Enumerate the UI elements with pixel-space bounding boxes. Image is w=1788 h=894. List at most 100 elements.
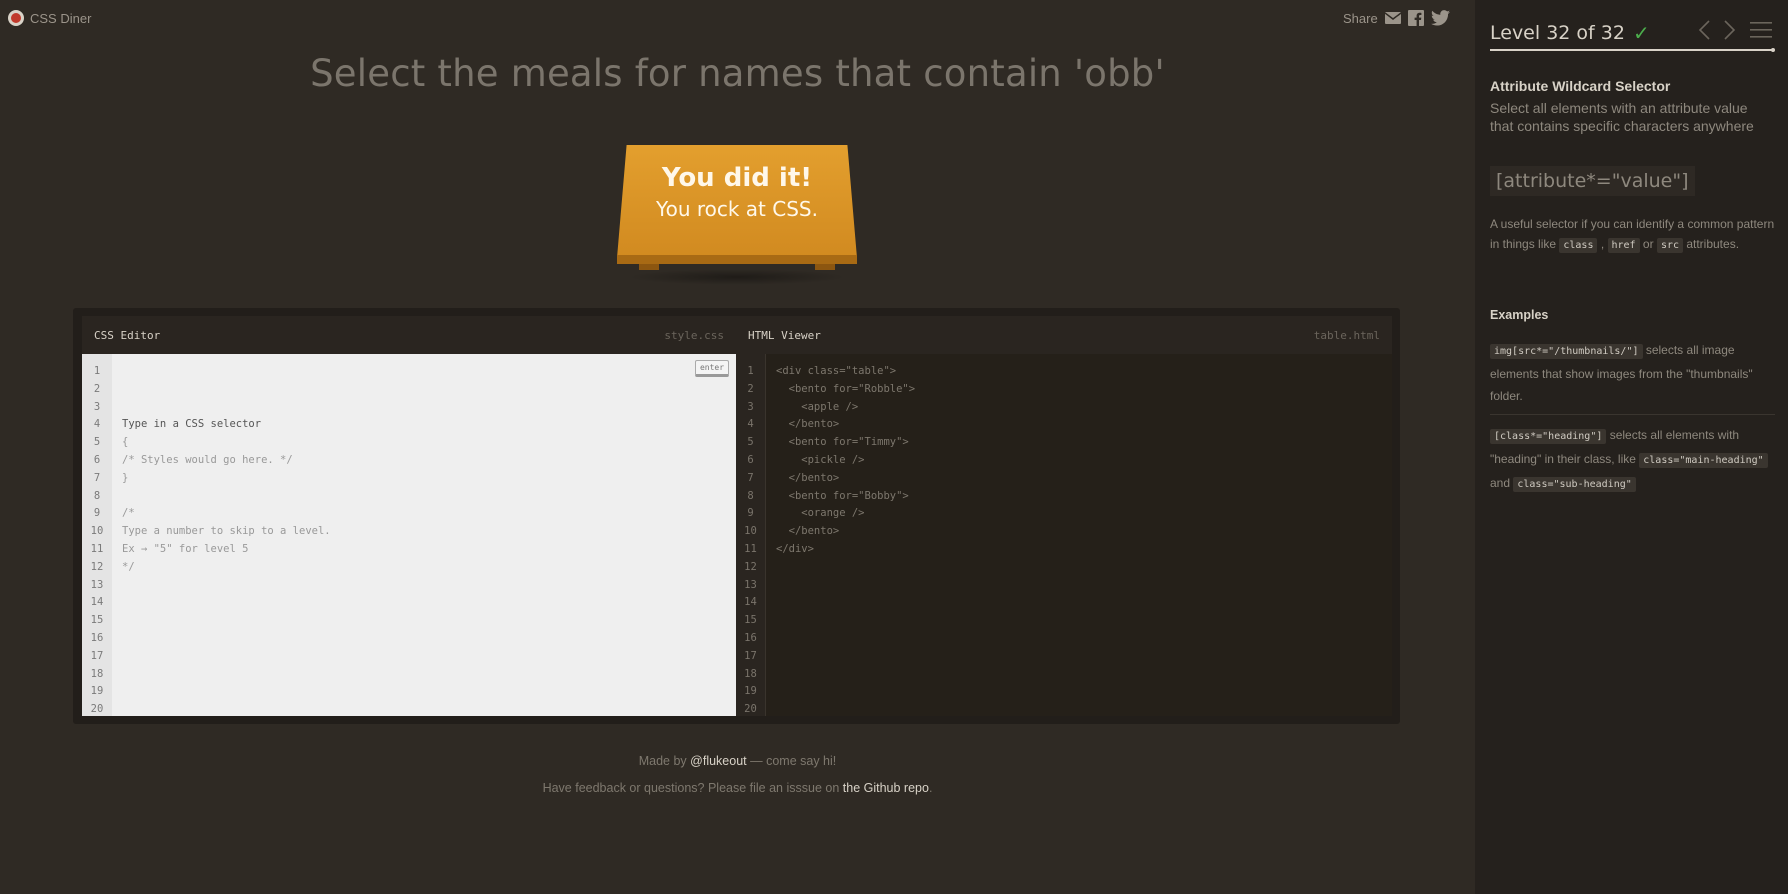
css-editor-filename: style.css — [664, 328, 724, 342]
editor-frame: CSS Editor style.css 1 2 3 4 5 6 7 8 9 10 11 12 13 14… — [73, 308, 1400, 724]
next-level-icon[interactable] — [1724, 20, 1736, 45]
css-line-numbers: 1 2 3 4 5 6 7 8 9 10 11 12 13 14 15 16 17 18 19 20 — [82, 354, 112, 716]
dining-table: You did it! You rock at CSS. — [617, 145, 857, 285]
css-editor-header: CSS Editor style.css — [82, 316, 736, 354]
code-line: /* — [122, 507, 135, 520]
level-indicator[interactable]: Level 32 of 32 — [1490, 22, 1625, 44]
example-1-code: img[src*="/thumbnails/"] — [1490, 344, 1643, 359]
line-number: 7 — [93, 471, 101, 484]
share-label: Share — [1343, 10, 1378, 26]
css-editor-title: CSS Editor — [94, 328, 161, 342]
twitter-icon[interactable] — [1430, 10, 1450, 26]
line-number: 12 — [744, 560, 757, 573]
app-logo[interactable]: CSS Diner — [8, 10, 91, 26]
enter-button[interactable]: enter — [695, 360, 729, 377]
line-number: 15 — [744, 614, 757, 627]
line-number: 14 — [744, 596, 757, 609]
html-viewer-header: HTML Viewer table.html — [736, 316, 1392, 354]
line-number: 2 — [93, 382, 101, 395]
line-number: 16 — [90, 631, 104, 644]
example-2-code-sub: class="sub-heading" — [1513, 477, 1636, 492]
app-name: CSS Diner — [30, 10, 92, 26]
css-editor: CSS Editor style.css 1 2 3 4 5 6 7 8 9 10 11 12 13 14… — [82, 316, 736, 716]
code-line: Type a number to skip to a level. — [122, 525, 331, 538]
selector-syntax: [attribute*="value"] — [1490, 166, 1695, 196]
code-line: <bento for="Timmy"> — [776, 436, 909, 449]
hint-code-src: src — [1656, 238, 1683, 253]
line-number: 15 — [90, 614, 104, 627]
code-line: <bento for="Robble"> — [776, 382, 916, 395]
footer-feedback-suffix: . — [928, 781, 933, 795]
line-number: 10 — [744, 525, 757, 538]
code-line: */ — [122, 560, 135, 573]
level-progress-bar — [1490, 48, 1775, 52]
line-number: 9 — [93, 507, 101, 520]
table-leg-right — [815, 264, 835, 270]
mail-icon[interactable] — [1384, 12, 1401, 24]
line-number: 18 — [90, 667, 104, 680]
code-line: /* Styles would go here. */ — [122, 453, 293, 466]
line-number: 3 — [93, 400, 101, 413]
selector-hint: A useful selector if you can identify a … — [1490, 214, 1775, 256]
line-number: 17 — [90, 649, 104, 662]
code-line: { — [122, 436, 129, 449]
previous-level-icon[interactable] — [1698, 20, 1710, 45]
html-viewer-body: 1 2 3 4 5 6 7 8 9 10 11 12 13 14 15 16 17 18 19 20 <div cla… — [736, 354, 1392, 716]
line-number: 7 — [747, 471, 754, 484]
win-message-subtitle: You rock at CSS. — [656, 197, 818, 221]
examples-divider — [1490, 414, 1775, 415]
line-number: 8 — [747, 489, 754, 502]
example-1: img[src*="/thumbnails/"] selects all ima… — [1490, 339, 1775, 407]
code-line: </bento> — [776, 471, 840, 484]
code-line: Ex → "5" for level 5 — [122, 542, 249, 555]
hint-separator: , — [1597, 237, 1608, 251]
footer-credit-suffix: — come say hi! — [746, 754, 837, 768]
line-number: 4 — [747, 418, 754, 431]
level-header: Level 32 of 32 ✓ — [1490, 18, 1772, 48]
line-number: 8 — [93, 489, 101, 502]
table-leg-left — [639, 264, 659, 270]
facebook-icon[interactable] — [1407, 10, 1424, 26]
examples-heading: Examples — [1490, 308, 1549, 322]
css-input[interactable]: enter Type in a CSS selector {/* Styles w… — [112, 354, 736, 716]
line-number: 5 — [747, 436, 754, 449]
share-bar: Share — [1343, 10, 1450, 26]
footer-credit-prefix: Made by — [638, 754, 691, 768]
code-line: <orange /> — [776, 507, 865, 520]
code-line: </bento> — [776, 418, 840, 431]
line-number: 17 — [744, 649, 757, 662]
github-link[interactable]: the Github repo — [843, 781, 929, 795]
win-message-title: You did it! — [661, 163, 813, 193]
author-link[interactable]: @flukeout — [690, 754, 746, 768]
hint-code-class: class — [1559, 238, 1598, 253]
html-viewer: HTML Viewer table.html 1 2 3 4 5 6 7 8 9 10 11 12 13… — [736, 316, 1392, 716]
line-number: 18 — [744, 667, 757, 680]
hint-end: attributes. — [1683, 237, 1740, 251]
logo-icon — [8, 10, 24, 26]
menu-icon[interactable] — [1750, 21, 1772, 44]
line-number: 14 — [90, 596, 104, 609]
css-editor-body[interactable]: 1 2 3 4 5 6 7 8 9 10 11 12 13 14 15 16 17 18 19 20 enter Ty… — [82, 354, 736, 716]
line-number: 4 — [93, 418, 101, 431]
html-markup[interactable]: <div class="table"> <bento for="Robble">… — [766, 354, 1392, 716]
sidebar: Level 32 of 32 ✓ Attribute Wildcard Sele… — [1475, 0, 1788, 894]
code-line: </bento> — [776, 525, 840, 538]
line-number: 19 — [90, 685, 104, 698]
line-number: 1 — [747, 365, 754, 377]
line-number: 20 — [744, 703, 757, 716]
line-number: 20 — [90, 703, 104, 716]
hint-code-href: href — [1607, 238, 1640, 253]
html-viewer-title: HTML Viewer — [748, 328, 821, 342]
hint-or: or — [1639, 237, 1657, 251]
